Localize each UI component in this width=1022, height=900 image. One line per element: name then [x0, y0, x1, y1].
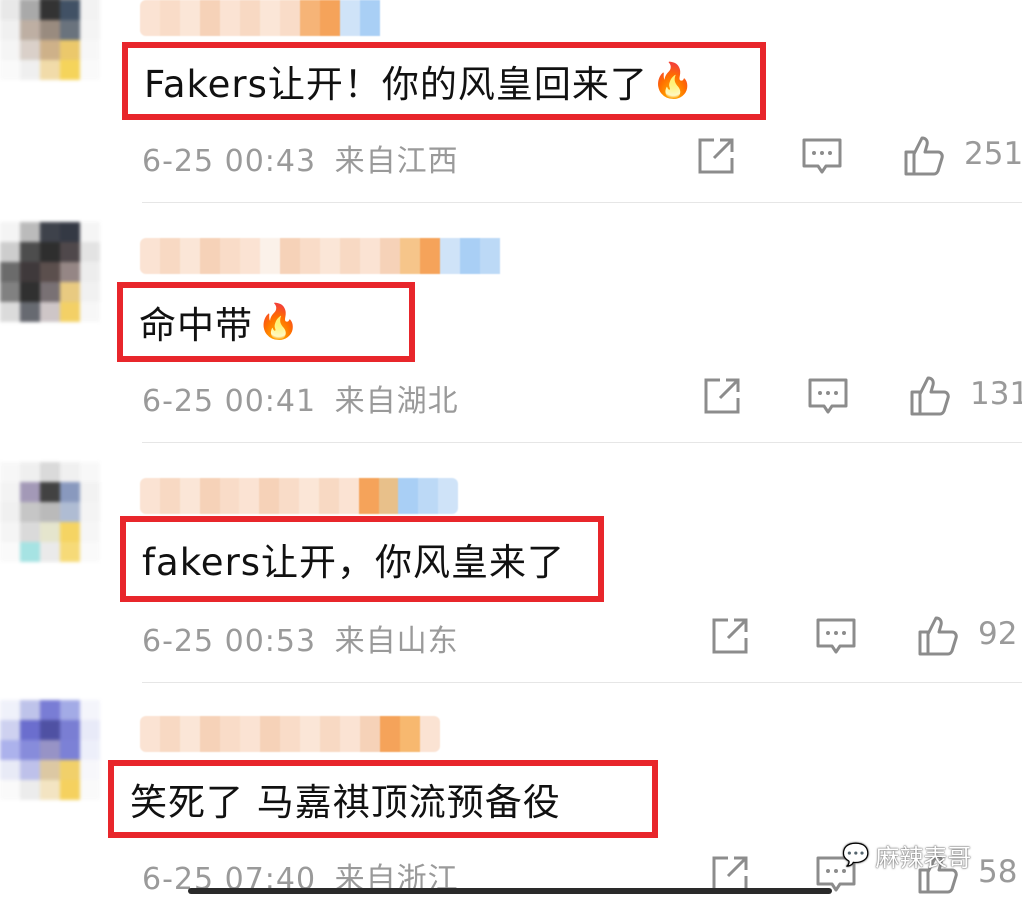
comment-content-highlight[interactable]: Fakers让开！你的风皇回来了 🔥 [122, 42, 766, 120]
share-icon[interactable] [708, 614, 752, 658]
comment-time: 6-25 00:41 [142, 384, 317, 419]
wechat-icon: 💬 [842, 843, 870, 868]
comment-icon[interactable] [814, 614, 858, 658]
thumbs-up-icon[interactable] [902, 134, 946, 178]
divider [142, 682, 1022, 683]
comment-icon[interactable] [800, 134, 844, 178]
comment-icon[interactable] [806, 374, 850, 418]
comment-time: 6-25 00:43 [142, 144, 317, 179]
like-count: 131 [970, 376, 1022, 412]
comment-content-highlight[interactable]: 命中带 🔥 [117, 282, 415, 362]
thumbs-up-icon[interactable] [908, 374, 952, 418]
comment-text: 命中带 [139, 304, 253, 347]
avatar[interactable] [0, 222, 120, 342]
watermark-text: 麻辣表哥 [875, 844, 972, 872]
comment-location: 来自江西 [334, 144, 459, 179]
username-blurred[interactable] [140, 716, 440, 752]
comment-meta: 6-25 00:53 来自山东 [142, 616, 459, 660]
username-blurred[interactable] [140, 0, 390, 36]
divider [142, 442, 1022, 443]
avatar[interactable] [0, 700, 120, 820]
comment-content-highlight[interactable]: fakers让开，你风皇来了 [120, 516, 604, 602]
home-indicator[interactable] [188, 888, 832, 894]
share-icon[interactable] [694, 134, 738, 178]
comment-time: 6-25 00:53 [142, 624, 317, 659]
comment-text: Fakers让开！你的风皇回来了 [144, 63, 648, 106]
username-blurred[interactable] [140, 478, 458, 514]
avatar[interactable] [0, 462, 120, 582]
comment-text: 笑死了 马嘉祺顶流预备役 [130, 781, 561, 824]
username-blurred[interactable] [140, 238, 516, 274]
comment-location: 来自山东 [334, 624, 459, 659]
comment-text: fakers让开，你风皇来了 [142, 541, 566, 584]
avatar[interactable] [0, 0, 120, 100]
share-icon[interactable] [700, 374, 744, 418]
thumbs-up-icon[interactable] [916, 614, 960, 658]
comment-meta: 6-25 00:41 来自湖北 [142, 376, 459, 420]
fire-emoji: 🔥 [257, 302, 300, 342]
comment-meta: 6-25 00:43 来自江西 [142, 136, 459, 180]
watermark: 💬 麻辣表哥 [842, 838, 971, 873]
comment-content-highlight[interactable]: 笑死了 马嘉祺顶流预备役 [108, 760, 658, 838]
fire-emoji: 🔥 [651, 61, 695, 101]
comment-location: 来自湖北 [334, 384, 459, 419]
like-count: 92 [978, 616, 1018, 652]
divider [142, 202, 1022, 203]
like-count: 58 [978, 854, 1018, 890]
like-count: 251 [964, 136, 1022, 172]
